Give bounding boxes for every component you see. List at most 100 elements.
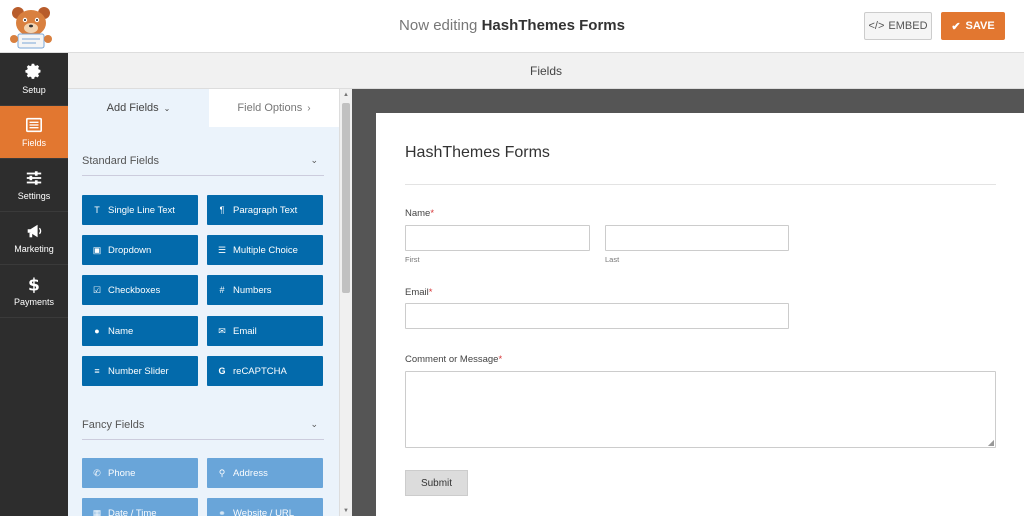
nav-marketing-label: Marketing — [14, 244, 54, 254]
standard-fields-title: Standard Fields — [82, 154, 160, 167]
google-icon: G — [218, 366, 226, 376]
first-sublabel: First — [405, 255, 420, 264]
embed-label: EMBED — [888, 20, 928, 32]
email-field-label: Email* — [405, 287, 432, 298]
svg-text:$: $ — [28, 275, 40, 293]
chevron-down-icon: ⌄ — [310, 419, 318, 429]
field-button-date-time[interactable]: ▦ Date / Time — [82, 498, 198, 516]
tab-add-fields-label: Add Fields — [106, 102, 159, 114]
check-icon: ✔ — [951, 20, 961, 33]
left-navigation: Setup Fields Settings Marketing $ Paymen… — [0, 53, 68, 516]
envelope-icon: ✉ — [218, 325, 226, 336]
phone-icon: ✆ — [93, 467, 101, 478]
top-header: Now editing HashThemes Forms </> EMBED ✔… — [0, 0, 1024, 53]
field-button-number-slider[interactable]: ≡ Number Slider — [82, 356, 198, 386]
link-icon: ⚭ — [218, 507, 226, 516]
form-divider — [405, 184, 996, 185]
field-button-dropdown[interactable]: ▣ Dropdown — [82, 235, 198, 265]
megaphone-icon — [27, 224, 42, 238]
panel-tabs: Add Fields ⌄ Field Options › — [68, 89, 339, 127]
field-button-label: Dropdown — [108, 244, 152, 256]
email-label-text: Email — [405, 287, 429, 298]
required-mark: * — [498, 354, 503, 365]
calendar-icon: ▦ — [92, 507, 102, 516]
fields-title-bar: Fields — [68, 53, 1024, 89]
tab-add-fields[interactable]: Add Fields ⌄ — [68, 89, 209, 127]
field-button-numbers[interactable]: # Numbers — [207, 275, 323, 305]
chevron-right-icon: › — [307, 102, 311, 114]
required-mark: * — [428, 287, 433, 298]
title-form-name: HashThemes Forms — [481, 17, 625, 34]
dropdown-icon: ▣ — [92, 244, 102, 255]
field-button-checkboxes[interactable]: ☑ Checkboxes — [82, 275, 198, 305]
chevron-down-icon: ⌄ — [310, 155, 318, 165]
message-field-label: Comment or Message* — [405, 354, 502, 365]
user-icon: ● — [94, 326, 100, 336]
list-icon: ☰ — [217, 244, 227, 255]
name-label-text: Name — [405, 208, 431, 219]
scrollbar-thumb[interactable] — [342, 103, 350, 293]
field-button-label: Website / URL — [233, 507, 295, 516]
panel-scrollbar[interactable]: ▲ ▼ — [339, 89, 352, 516]
field-button-paragraph-text[interactable]: ¶ Paragraph Text — [207, 195, 323, 225]
first-name-input[interactable] — [405, 225, 590, 251]
field-button-label: Address — [233, 467, 268, 479]
nav-fields-label: Fields — [21, 138, 46, 148]
nav-setup-label: Setup — [22, 85, 46, 95]
required-mark: * — [430, 208, 435, 219]
field-button-label: Paragraph Text — [233, 204, 298, 216]
form-preview-card: HashThemes Forms Name* First Last Email*… — [376, 113, 1024, 516]
last-sublabel: Last — [605, 255, 620, 264]
field-button-name[interactable]: ● Name — [82, 316, 198, 346]
paragraph-icon: ¶ — [219, 205, 225, 215]
sliders-icon — [26, 171, 42, 185]
field-button-website-url[interactable]: ⚭ Website / URL — [207, 498, 323, 516]
tab-field-options[interactable]: Field Options › — [209, 89, 339, 127]
field-button-label: Single Line Text — [108, 204, 175, 216]
embed-button[interactable]: </> EMBED — [864, 12, 932, 40]
tab-field-options-label: Field Options — [237, 102, 303, 114]
fancy-fields-title: Fancy Fields — [82, 418, 145, 431]
field-button-address[interactable]: ⚲ Address — [207, 458, 323, 488]
field-button-label: Email — [233, 325, 257, 337]
gear-icon — [25, 63, 41, 79]
field-button-label: Date / Time — [108, 507, 157, 516]
fields-panel: Add Fields ⌄ Field Options › Standard Fi… — [68, 89, 339, 516]
list-icon — [25, 117, 43, 133]
scroll-up-arrow-icon[interactable]: ▲ — [343, 92, 349, 98]
last-name-input[interactable] — [605, 225, 789, 251]
nav-payments-label: Payments — [13, 297, 55, 307]
sliders-icon: ≡ — [94, 366, 100, 376]
nav-settings[interactable]: Settings — [0, 159, 68, 212]
nav-fields[interactable]: Fields — [0, 106, 68, 159]
map-pin-icon: ⚲ — [218, 467, 226, 478]
field-button-label: Numbers — [233, 284, 272, 296]
resize-handle-icon[interactable]: ◢ — [988, 438, 994, 447]
email-input[interactable] — [405, 303, 789, 329]
chevron-down-icon: ⌄ — [163, 103, 171, 113]
fields-title: Fields — [529, 64, 562, 78]
field-button-label: Multiple Choice — [233, 244, 298, 256]
standard-fields-header[interactable]: Standard Fields ⌄ — [82, 146, 324, 176]
field-button-label: Name — [108, 325, 134, 337]
message-textarea[interactable]: ◢ — [405, 371, 996, 448]
checkbox-icon: ☑ — [92, 284, 102, 295]
field-button-phone[interactable]: ✆ Phone — [82, 458, 198, 488]
field-button-label: Checkboxes — [108, 284, 161, 296]
submit-button[interactable]: Submit — [405, 470, 468, 496]
text-icon: T — [94, 205, 100, 215]
field-button-email[interactable]: ✉ Email — [207, 316, 323, 346]
scroll-down-arrow-icon[interactable]: ▼ — [343, 508, 349, 514]
form-title: HashThemes Forms — [405, 144, 550, 161]
nav-setup[interactable]: Setup — [0, 53, 68, 106]
field-button-single-line-text[interactable]: T Single Line Text — [82, 195, 198, 225]
field-button-label: reCAPTCHA — [233, 365, 287, 377]
hash-icon: # — [219, 285, 225, 295]
field-button-recaptcha[interactable]: GreCAPTCHA — [207, 356, 323, 386]
save-button[interactable]: ✔ SAVE — [941, 12, 1005, 40]
fancy-fields-header[interactable]: Fancy Fields ⌄ — [82, 410, 324, 440]
nav-marketing[interactable]: Marketing — [0, 212, 68, 265]
nav-settings-label: Settings — [17, 191, 51, 201]
nav-payments[interactable]: $ Payments — [0, 265, 68, 318]
field-button-multiple-choice[interactable]: ☰ Multiple Choice — [207, 235, 323, 265]
